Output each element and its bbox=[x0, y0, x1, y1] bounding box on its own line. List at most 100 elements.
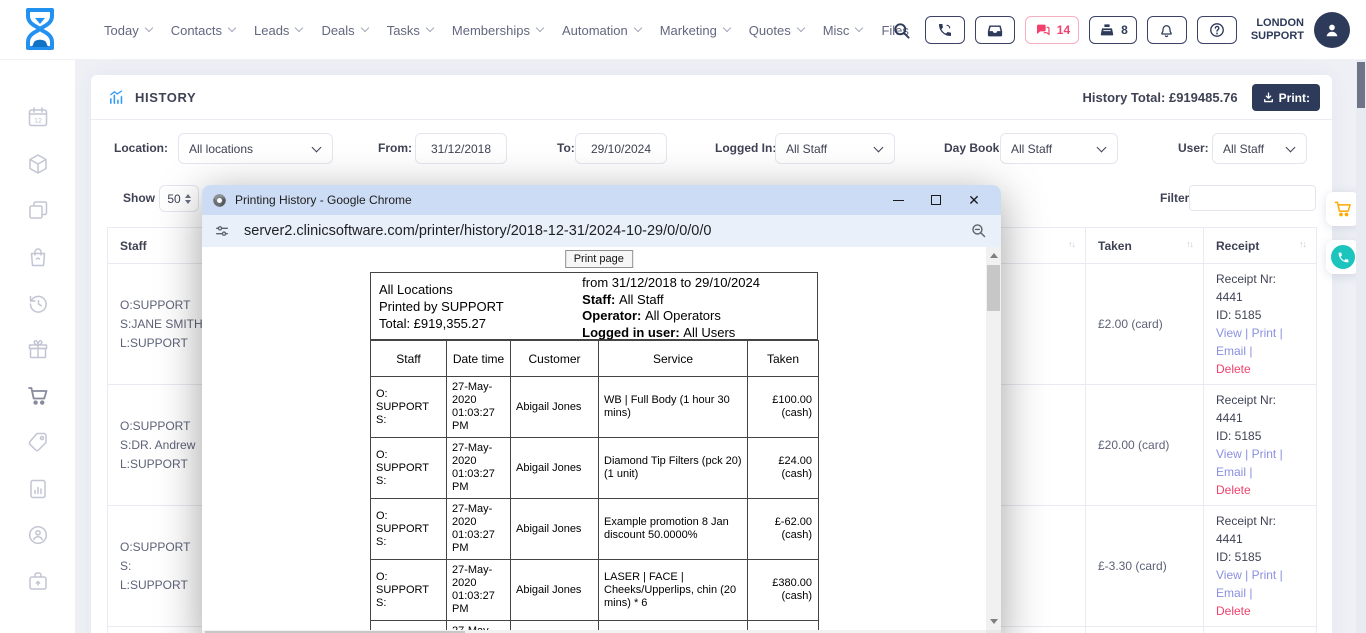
to-date-input[interactable]: 29/10/2024 bbox=[575, 133, 667, 164]
print-button[interactable]: Print: bbox=[1252, 84, 1320, 111]
site-settings-icon[interactable] bbox=[214, 223, 230, 239]
menu-item-memberships[interactable]: Memberships bbox=[452, 23, 543, 38]
print-link[interactable]: Print bbox=[1252, 568, 1277, 582]
menu-item-label: Deals bbox=[321, 23, 354, 38]
popup-vertical-scrollbar[interactable] bbox=[986, 247, 1001, 630]
print-table: StaffDate timeCustomerServiceTaken O: SU… bbox=[370, 340, 819, 633]
menu-item-label: Memberships bbox=[452, 23, 530, 38]
gift-icon[interactable] bbox=[26, 337, 50, 361]
scrollbar-thumb[interactable] bbox=[987, 265, 1000, 311]
print-link[interactable]: Print bbox=[1252, 447, 1277, 461]
show-entries-select[interactable]: 50 bbox=[159, 185, 199, 212]
location-select[interactable]: All locations bbox=[178, 133, 333, 164]
print-page-button[interactable]: Print page bbox=[565, 250, 633, 268]
receipt-id: ID: 5185 bbox=[1216, 306, 1304, 324]
email-link[interactable]: Email bbox=[1216, 465, 1246, 479]
scroll-down-arrow-icon[interactable] bbox=[990, 619, 998, 624]
menu-item-deals[interactable]: Deals bbox=[321, 23, 367, 38]
maximize-button[interactable] bbox=[917, 185, 955, 215]
col-taken[interactable]: Taken↑↓ bbox=[1086, 228, 1204, 264]
inbox-button[interactable] bbox=[975, 16, 1015, 44]
menu-item-label: Automation bbox=[562, 23, 628, 38]
delete-link[interactable]: Delete bbox=[1216, 483, 1251, 497]
popup-title-bar[interactable]: Printing History - Google Chrome ✕ bbox=[202, 185, 1001, 215]
page-title: HISTORY bbox=[135, 90, 196, 105]
user-select[interactable]: All Staff bbox=[1212, 133, 1307, 164]
from-date-input[interactable]: 31/12/2018 bbox=[415, 133, 507, 164]
cart-icon[interactable] bbox=[26, 384, 50, 408]
bell-icon bbox=[1158, 22, 1175, 39]
print-link[interactable]: Print bbox=[1252, 326, 1277, 340]
logged-in-select[interactable]: All Staff bbox=[775, 133, 895, 164]
search-icon[interactable] bbox=[892, 21, 911, 40]
call-quick-button[interactable] bbox=[1326, 240, 1360, 274]
menu-item-quotes[interactable]: Quotes bbox=[749, 23, 804, 38]
col-receipt[interactable]: Receipt↑↓ bbox=[1204, 228, 1317, 264]
avatar[interactable] bbox=[1314, 12, 1350, 48]
cart-quick-button[interactable] bbox=[1326, 192, 1360, 226]
filter-input[interactable] bbox=[1189, 185, 1316, 211]
menu-item-label: Tasks bbox=[387, 23, 420, 38]
menu-item-misc[interactable]: Misc bbox=[823, 23, 863, 38]
phone-button[interactable] bbox=[925, 16, 965, 44]
delete-link[interactable]: Delete bbox=[1216, 362, 1251, 376]
popup-url-bar[interactable]: server2.clinicsoftware.com/printer/histo… bbox=[202, 215, 1001, 247]
calendar-icon[interactable]: 12 bbox=[26, 105, 50, 129]
user-icon bbox=[1322, 20, 1342, 40]
chart-icon bbox=[108, 89, 125, 106]
chevron-down-icon bbox=[426, 24, 434, 32]
sidebar: 12 bbox=[0, 60, 75, 633]
url-text[interactable]: server2.clinicsoftware.com/printer/histo… bbox=[244, 223, 711, 239]
package-icon[interactable] bbox=[26, 152, 50, 176]
view-link[interactable]: View bbox=[1216, 447, 1242, 461]
close-button[interactable]: ✕ bbox=[955, 185, 993, 215]
inbox-icon bbox=[986, 21, 1004, 39]
day-book-select[interactable]: All Staff bbox=[1000, 133, 1118, 164]
help-icon bbox=[1208, 21, 1226, 39]
scrollbar-thumb[interactable] bbox=[1357, 62, 1365, 108]
minimize-button[interactable] bbox=[879, 185, 917, 215]
receipt-delete-row: Delete bbox=[1216, 481, 1304, 499]
shopping-bag-icon[interactable] bbox=[26, 245, 50, 269]
clinicsoftware-logo-icon[interactable] bbox=[20, 6, 60, 54]
menu-item-label: Leads bbox=[254, 23, 289, 38]
receipt-number: Receipt Nr: 4441 bbox=[1216, 391, 1304, 427]
zoom-out-icon[interactable] bbox=[970, 222, 987, 239]
messages-button[interactable]: 14 bbox=[1025, 16, 1079, 44]
view-link[interactable]: View bbox=[1216, 568, 1242, 582]
till-button[interactable]: 8 bbox=[1089, 16, 1137, 44]
menu-item-leads[interactable]: Leads bbox=[254, 23, 302, 38]
tag-icon[interactable] bbox=[26, 430, 50, 454]
copy-icon[interactable] bbox=[26, 198, 50, 222]
cart-icon bbox=[1333, 199, 1353, 219]
menu-item-marketing[interactable]: Marketing bbox=[660, 23, 730, 38]
print-cell-taken: £24.00 (cash) bbox=[748, 438, 819, 499]
scroll-up-arrow-icon[interactable] bbox=[990, 253, 998, 258]
page-scrollbar[interactable] bbox=[1356, 60, 1366, 633]
print-cell-customer: Abigail Jones bbox=[511, 560, 599, 621]
menu-item-automation[interactable]: Automation bbox=[562, 23, 641, 38]
taken-cell: £-3.30 (card) bbox=[1086, 506, 1204, 627]
to-label: To: bbox=[557, 141, 575, 155]
summary-line: Logged in user: All Users bbox=[582, 325, 811, 342]
email-link[interactable]: Email bbox=[1216, 586, 1246, 600]
delete-link[interactable]: Delete bbox=[1216, 604, 1251, 618]
menu-item-today[interactable]: Today bbox=[104, 23, 152, 38]
report-icon[interactable] bbox=[26, 477, 50, 501]
chevron-down-icon bbox=[228, 24, 236, 32]
menu-item-tasks[interactable]: Tasks bbox=[387, 23, 433, 38]
summary-line: All Locations bbox=[379, 281, 568, 298]
email-link[interactable]: Email bbox=[1216, 344, 1246, 358]
history-icon[interactable] bbox=[26, 291, 50, 315]
print-table-row: O: SUPPORT S:27-May-2020 01:03:27 PMAbig… bbox=[371, 560, 819, 621]
view-link[interactable]: View bbox=[1216, 326, 1242, 340]
menu-item-contacts[interactable]: Contacts bbox=[171, 23, 235, 38]
link-separator: | bbox=[1242, 326, 1252, 340]
receipt-cell: Receipt Nr: 4441ID: 5185View | Print | E… bbox=[1204, 264, 1317, 385]
person-clock-icon[interactable] bbox=[26, 523, 50, 547]
till-badge: 8 bbox=[1121, 23, 1128, 37]
till-icon bbox=[1098, 22, 1116, 38]
briefcase-icon[interactable] bbox=[26, 569, 50, 593]
help-button[interactable] bbox=[1197, 16, 1237, 44]
notifications-button[interactable] bbox=[1147, 16, 1187, 44]
